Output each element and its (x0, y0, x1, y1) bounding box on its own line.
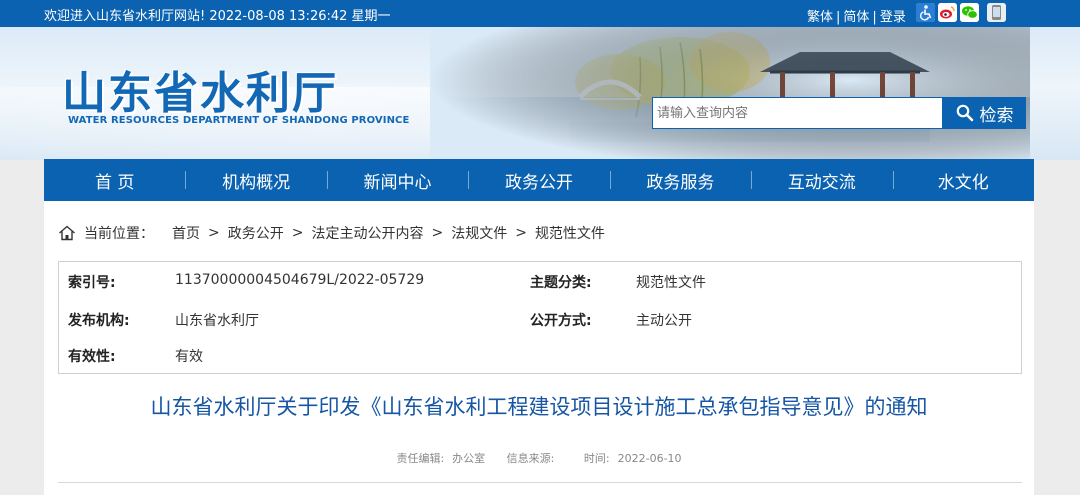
topic-value: 规范性文件 (636, 275, 706, 291)
main-nav: 首 页 机构概况 新闻中心 政务公开 政务服务 互动交流 水文化 (44, 159, 1034, 201)
site-logo-title[interactable]: 山东省水利厅 (62, 57, 338, 121)
editor-value: 办公室 (452, 452, 486, 465)
document-info-line: 责任编辑: 办公室 信息来源: 时间: 2022-06-10 (44, 450, 1034, 466)
nav-item-organization[interactable]: 机构概况 (185, 159, 326, 201)
breadcrumb-normative-docs[interactable]: 规范性文件 (535, 223, 605, 243)
traditional-link[interactable]: 繁体 (807, 10, 833, 25)
nav-item-gov-services[interactable]: 政务服务 (609, 159, 751, 201)
index-number-label: 索引号: (68, 275, 116, 291)
welcome-text: 欢迎进入山东省水利厅网站! 2022-08-08 13:26:42 星期一 (44, 9, 391, 24)
accessibility-icon[interactable] (916, 3, 935, 22)
breadcrumb-arrow: > (291, 225, 304, 241)
document-title: 山东省水利厅关于印发《山东省水利工程建设项目设计施工总承包指导意见》的通知 (150, 395, 928, 419)
breadcrumb-gov-affairs[interactable]: 政务公开 (228, 223, 284, 243)
login-link[interactable]: 登录 (880, 10, 906, 25)
validity-label: 有效性: (68, 349, 116, 365)
mobile-icon[interactable] (987, 3, 1006, 22)
disclosure-method-label: 公开方式: (530, 313, 592, 329)
nav-item-home[interactable]: 首 页 (44, 159, 185, 201)
nav-item-gov-affairs[interactable]: 政务公开 (468, 159, 609, 201)
content-panel: 当前位置： 首页 > 政务公开 > 法定主动公开内容 > 法规文件 > 规范性文… (44, 201, 1034, 495)
site-logo-subtitle: WATER RESOURCES DEPARTMENT OF SHANDONG P… (68, 115, 410, 126)
weibo-icon[interactable] (938, 3, 957, 22)
publisher-value: 山东省水利厅 (175, 313, 259, 329)
nav-item-water-culture[interactable]: 水文化 (892, 159, 1034, 201)
editor-label: 责任编辑: (396, 452, 445, 465)
nav-item-interaction[interactable]: 互动交流 (751, 159, 892, 201)
breadcrumb-home[interactable]: 首页 (172, 223, 200, 243)
header-banner: 山东省水利厅 WATER RESOURCES DEPARTMENT OF SHA… (0, 27, 1080, 160)
separator: | (872, 10, 877, 25)
time-value: 2022-06-10 (617, 452, 682, 465)
search-button[interactable]: 检索 (943, 97, 1026, 129)
validity-value: 有效 (175, 349, 203, 365)
index-number-value: 11370000004504679L/2022-05729 (175, 272, 425, 288)
divider (58, 482, 1022, 483)
breadcrumb-statutory-disclosure[interactable]: 法定主动公开内容 (311, 223, 423, 243)
wechat-icon[interactable] (960, 3, 979, 22)
top-bar: 欢迎进入山东省水利厅网站! 2022-08-08 13:26:42 星期一 繁体… (0, 0, 1080, 27)
breadcrumb-arrow: > (515, 225, 527, 241)
time-label: 时间: (583, 452, 610, 465)
source-label: 信息来源: (506, 452, 555, 465)
search-icon (956, 104, 973, 122)
breadcrumb-arrow: > (208, 225, 220, 241)
simplified-link[interactable]: 简体 (843, 10, 869, 25)
breadcrumb-regulations[interactable]: 法规文件 (451, 223, 507, 243)
breadcrumb-label: 当前位置： (84, 226, 154, 242)
publisher-label: 发布机构: (68, 313, 130, 329)
topic-label: 主题分类: (530, 275, 592, 291)
separator: | (836, 10, 841, 25)
disclosure-method-value: 主动公开 (636, 313, 692, 329)
document-metadata-table: 索引号: 11370000004504679L/2022-05729 主题分类:… (58, 261, 1022, 374)
pavilion-scene-image (430, 27, 1030, 160)
home-icon (59, 225, 75, 241)
search-button-label: 检索 (979, 105, 1014, 125)
nav-item-news[interactable]: 新闻中心 (326, 159, 468, 201)
language-links: 繁体 | 简体 | 登录 (807, 6, 906, 25)
breadcrumb: 当前位置： 首页 > 政务公开 > 法定主动公开内容 > 法规文件 > 规范性文… (58, 223, 605, 243)
search-input[interactable] (652, 97, 943, 129)
breadcrumb-arrow: > (431, 225, 444, 241)
